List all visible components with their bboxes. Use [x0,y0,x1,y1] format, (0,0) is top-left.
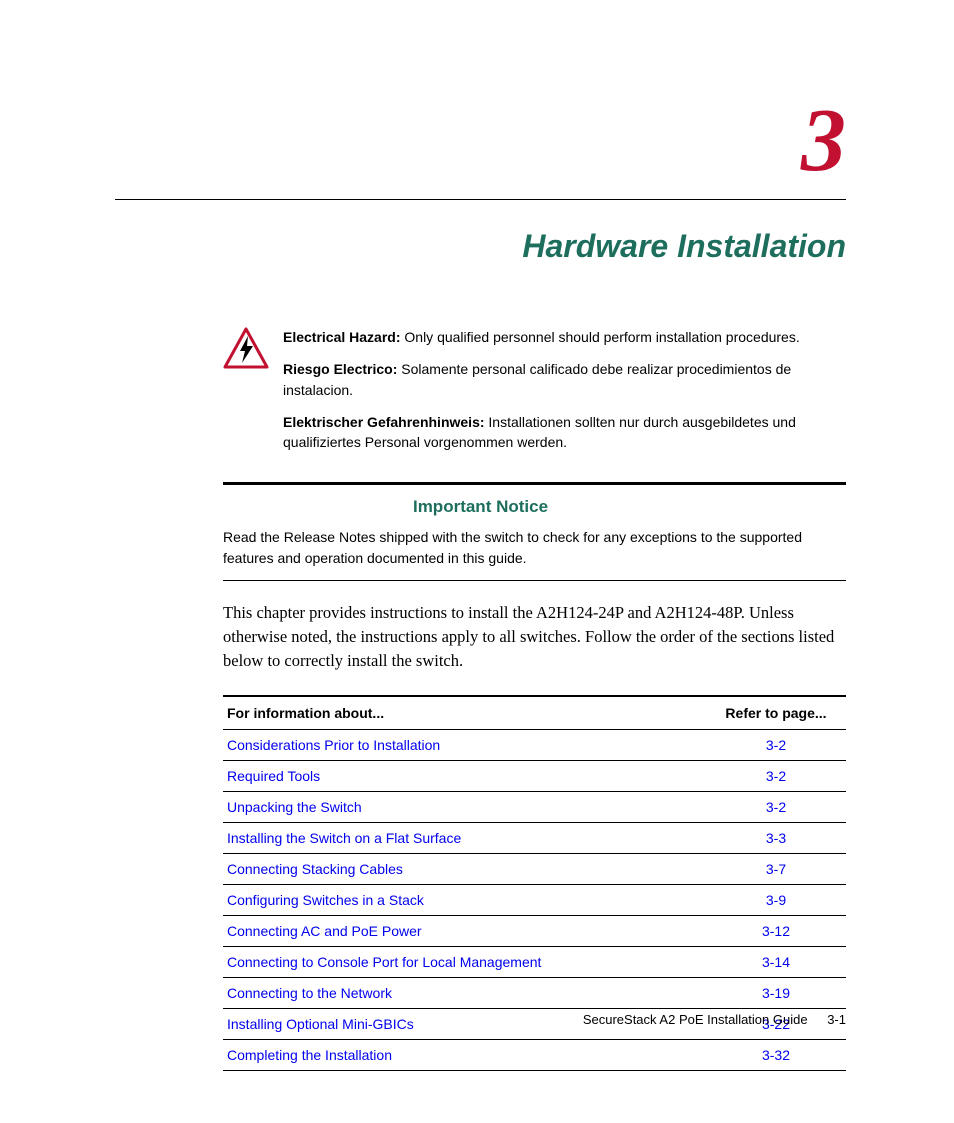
toc-topic-link[interactable]: Installing the Switch on a Flat Surface [227,830,461,846]
toc-page-link[interactable]: 3-12 [762,923,790,939]
toc-row: Connecting AC and PoE Power 3-12 [223,915,846,946]
toc-topic-link[interactable]: Installing Optional Mini-GBICs [227,1016,414,1032]
footer-page-number: 3-1 [827,1012,846,1027]
toc-row: Installing the Switch on a Flat Surface … [223,822,846,853]
toc-header-topic: For information about... [223,696,706,730]
toc-row: Completing the Installation 3-32 [223,1039,846,1070]
hazard-label-es: Riesgo Electrico: [283,361,397,377]
toc-topic-link[interactable]: Unpacking the Switch [227,799,362,815]
toc-page-link[interactable]: 3-2 [766,768,786,784]
toc-page-link[interactable]: 3-2 [766,799,786,815]
toc-page-link[interactable]: 3-19 [762,985,790,1001]
toc-row: Connecting Stacking Cables 3-7 [223,853,846,884]
page-footer: SecureStack A2 PoE Installation Guide 3-… [583,1012,846,1027]
toc-topic-link[interactable]: Connecting to the Network [227,985,392,1001]
toc-page-link[interactable]: 3-32 [762,1047,790,1063]
chapter-number: 3 [115,100,846,181]
toc-page-link[interactable]: 3-7 [766,861,786,877]
toc-topic-link[interactable]: Completing the Installation [227,1047,392,1063]
toc-row: Considerations Prior to Installation 3-2 [223,729,846,760]
toc-header-row: For information about... Refer to page..… [223,696,846,730]
toc-page-link[interactable]: 3-9 [766,892,786,908]
toc-topic-link[interactable]: Connecting AC and PoE Power [227,923,422,939]
hazard-label-en: Electrical Hazard: [283,329,401,345]
hazard-text: Electrical Hazard: Only qualified person… [283,327,846,464]
notice-rule-bottom [223,580,846,581]
important-notice-heading: Important Notice [115,497,846,517]
toc-row: Required Tools 3-2 [223,760,846,791]
toc-topic-link[interactable]: Connecting Stacking Cables [227,861,403,877]
toc-row: Configuring Switches in a Stack 3-9 [223,884,846,915]
toc-topic-link[interactable]: Configuring Switches in a Stack [227,892,424,908]
toc-row: Connecting to Console Port for Local Man… [223,946,846,977]
chapter-title: Hardware Installation [115,228,846,265]
toc-row: Connecting to the Network 3-19 [223,977,846,1008]
toc-header-page: Refer to page... [706,696,846,730]
toc-row: Unpacking the Switch 3-2 [223,791,846,822]
important-notice-body: Read the Release Notes shipped with the … [223,527,846,568]
hazard-block: Electrical Hazard: Only qualified person… [223,327,846,464]
hazard-label-de: Elektrischer Gefahrenhinweis: [283,414,485,430]
chapter-rule [115,199,846,200]
electrical-hazard-icon [223,327,269,372]
toc-page-link[interactable]: 3-3 [766,830,786,846]
notice-rule-top [223,482,846,485]
hazard-text-en: Only qualified personnel should perform … [401,329,800,345]
toc-topic-link[interactable]: Connecting to Console Port for Local Man… [227,954,541,970]
toc-topic-link[interactable]: Considerations Prior to Installation [227,737,440,753]
toc-topic-link[interactable]: Required Tools [227,768,320,784]
footer-guide-title: SecureStack A2 PoE Installation Guide [583,1012,808,1027]
toc-page-link[interactable]: 3-2 [766,737,786,753]
toc-page-link[interactable]: 3-14 [762,954,790,970]
intro-paragraph: This chapter provides instructions to in… [223,601,846,673]
